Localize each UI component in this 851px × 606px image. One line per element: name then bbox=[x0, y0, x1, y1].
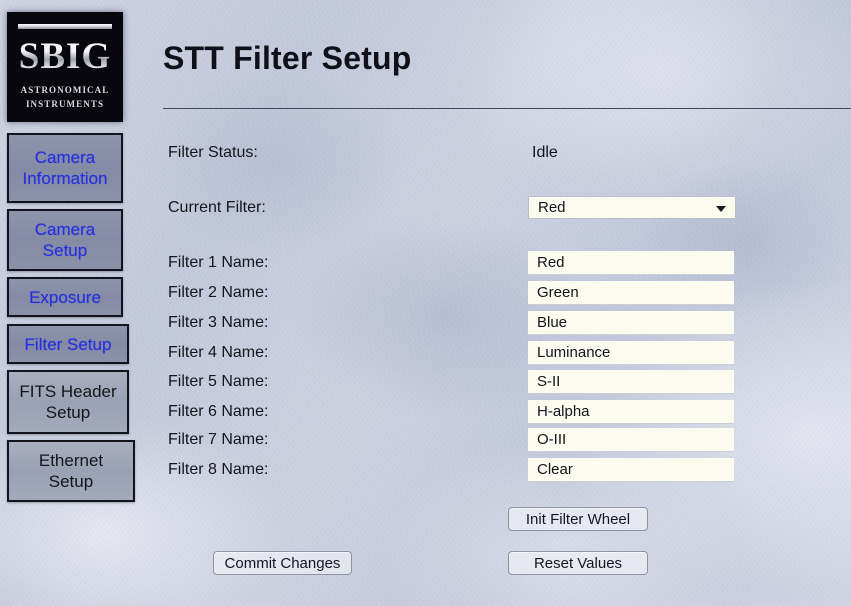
sidebar-item-camera-information[interactable]: Camera Information bbox=[7, 133, 123, 203]
filter-7-name-label: Filter 7 Name: bbox=[168, 431, 269, 448]
current-filter-select[interactable]: Red bbox=[528, 196, 736, 219]
filter-6-name-label: Filter 6 Name: bbox=[168, 403, 269, 420]
sidebar-item-camera-information-line1: Camera bbox=[34, 148, 96, 167]
filter-2-name-label: Filter 2 Name: bbox=[168, 284, 269, 301]
logo-top-bar bbox=[18, 24, 112, 29]
logo-subtitle-line2: INSTRUMENTS bbox=[25, 99, 105, 109]
filter-status-label: Filter Status: bbox=[168, 144, 258, 161]
sidebar-item-filter-setup[interactable]: Filter Setup bbox=[7, 324, 129, 364]
filter-2-name-input[interactable]: Green bbox=[528, 281, 734, 305]
filter-3-name-label: Filter 3 Name: bbox=[168, 314, 269, 331]
filter-status-value: Idle bbox=[532, 144, 558, 161]
chevron-down-icon bbox=[716, 206, 726, 212]
reset-values-button[interactable]: Reset Values bbox=[508, 551, 648, 575]
current-filter-label: Current Filter: bbox=[168, 199, 266, 216]
logo-subtitle-line1: ASTRONOMICAL bbox=[20, 85, 110, 95]
sidebar-item-fits-header-setup[interactable]: FITS Header Setup bbox=[7, 370, 129, 434]
sidebar-item-ethernet-setup-line2: Setup bbox=[48, 472, 94, 491]
filter-6-name-input[interactable]: H-alpha bbox=[528, 400, 734, 424]
sidebar-item-camera-setup-line2: Setup bbox=[42, 241, 88, 260]
sidebar-item-camera-information-line2: Information bbox=[22, 169, 108, 188]
filter-5-name-label: Filter 5 Name: bbox=[168, 373, 269, 390]
current-filter-select-value: Red bbox=[538, 199, 566, 216]
filter-1-name-input[interactable]: Red bbox=[528, 251, 734, 275]
logo-wordmark: SBIG bbox=[7, 38, 123, 75]
filter-5-name-input[interactable]: S-II bbox=[528, 370, 734, 394]
sidebar-item-camera-setup[interactable]: Camera Setup bbox=[7, 209, 123, 271]
filter-4-name-label: Filter 4 Name: bbox=[168, 344, 269, 361]
sidebar-item-exposure[interactable]: Exposure bbox=[7, 277, 123, 317]
sidebar-item-ethernet-setup[interactable]: Ethernet Setup bbox=[7, 440, 135, 502]
page-title: STT Filter Setup bbox=[163, 40, 412, 76]
sidebar-item-ethernet-setup-line1: Ethernet bbox=[38, 451, 104, 470]
filter-8-name-input[interactable]: Clear bbox=[528, 458, 734, 482]
filter-7-name-input[interactable]: O-III bbox=[528, 428, 734, 452]
filter-8-name-label: Filter 8 Name: bbox=[168, 461, 269, 478]
title-divider bbox=[163, 108, 851, 109]
commit-changes-button[interactable]: Commit Changes bbox=[213, 551, 352, 575]
sidebar-item-fits-header-setup-line2: Setup bbox=[45, 403, 91, 422]
sidebar-item-exposure-line1: Exposure bbox=[29, 287, 101, 307]
sbig-logo: SBIG ASTRONOMICAL INSTRUMENTS bbox=[7, 12, 123, 122]
filter-3-name-input[interactable]: Blue bbox=[528, 311, 734, 335]
init-filter-wheel-button[interactable]: Init Filter Wheel bbox=[508, 507, 648, 531]
sidebar-item-filter-setup-line1: Filter Setup bbox=[24, 334, 112, 354]
filter-1-name-label: Filter 1 Name: bbox=[168, 254, 269, 271]
filter-4-name-input[interactable]: Luminance bbox=[528, 341, 734, 365]
sidebar-item-fits-header-setup-line1: FITS Header bbox=[19, 382, 117, 401]
sidebar-item-camera-setup-line1: Camera bbox=[34, 220, 96, 239]
